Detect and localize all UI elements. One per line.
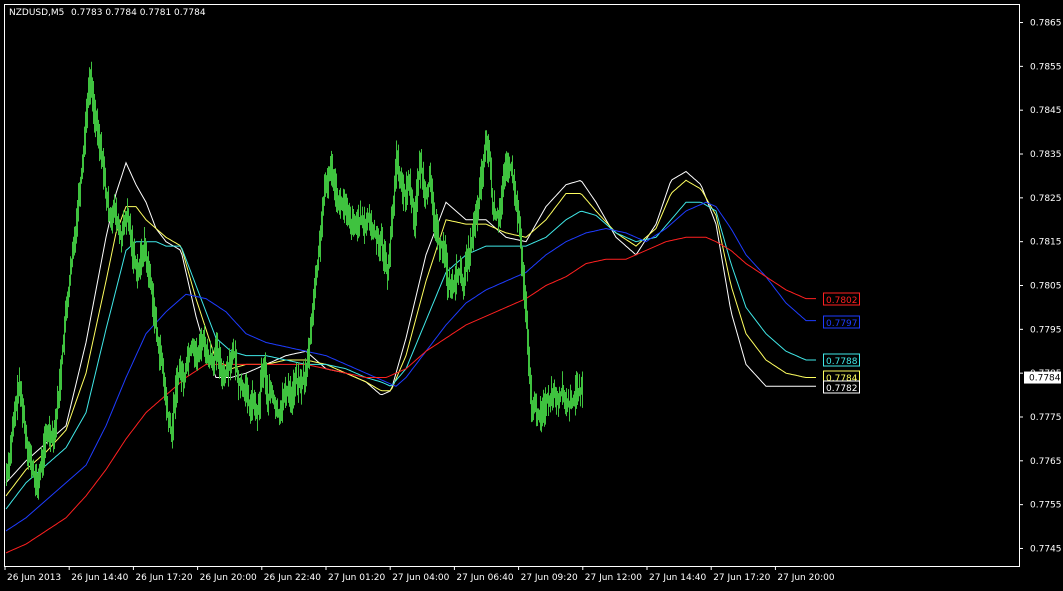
y-tick-label: 0.7805 (1030, 282, 1062, 292)
x-tick-label: 27 Jun 20:00 (777, 573, 834, 583)
x-tick-label: 27 Jun 17:20 (713, 573, 770, 583)
current-price-label: 0.7784 (1029, 374, 1061, 384)
y-tick-label: 0.7765 (1030, 457, 1062, 467)
x-tick-label: 27 Jun 12:00 (585, 573, 642, 583)
chart-symbol: NZDUSD,M5 (9, 8, 64, 18)
x-tick-label: 27 Jun 06:40 (456, 573, 513, 583)
y-tick-label: 0.7825 (1030, 194, 1062, 204)
x-tick-label: 27 Jun 01:20 (328, 573, 385, 583)
ma-label-value: 0.7788 (826, 357, 858, 367)
x-tick-label: 26 Jun 14:40 (71, 573, 128, 583)
y-tick-label: 0.7815 (1030, 238, 1062, 248)
x-tick-label: 27 Jun 14:40 (649, 573, 706, 583)
x-tick-label: 27 Jun 09:20 (521, 573, 578, 583)
chart-window[interactable]: 0.7865 0.7855 0.7845 0.7835 0.7825 0.7815 0.78… (0, 0, 1063, 587)
x-tick-label: 26 Jun 22:40 (264, 573, 321, 583)
y-tick-label: 0.7845 (1030, 106, 1062, 116)
price-chart[interactable]: 0.7865 0.7855 0.7845 0.7835 0.7825 0.7815 0.78… (0, 0, 1063, 587)
chart-ohlc: 0.7783 0.7784 0.7781 0.7784 (71, 8, 206, 18)
x-tick-label: 26 Jun 2013 (7, 573, 61, 583)
ma-label-value: 0.7797 (826, 319, 858, 329)
y-tick-label: 0.7865 (1030, 19, 1062, 29)
ma-label-value: 0.7802 (826, 296, 858, 306)
y-tick-label: 0.7755 (1030, 501, 1062, 511)
y-tick-label: 0.7745 (1030, 544, 1062, 554)
chart-background (0, 0, 1063, 587)
y-tick-label: 0.7835 (1030, 150, 1062, 160)
y-tick-label: 0.7855 (1030, 62, 1062, 72)
ma-label-value: 0.7782 (826, 384, 858, 394)
x-tick-label: 26 Jun 17:20 (135, 573, 192, 583)
x-tick-label: 27 Jun 04:00 (392, 573, 449, 583)
y-tick-label: 0.7795 (1030, 325, 1062, 335)
y-tick-label: 0.7775 (1030, 413, 1062, 423)
x-tick-label: 26 Jun 20:00 (200, 573, 257, 583)
